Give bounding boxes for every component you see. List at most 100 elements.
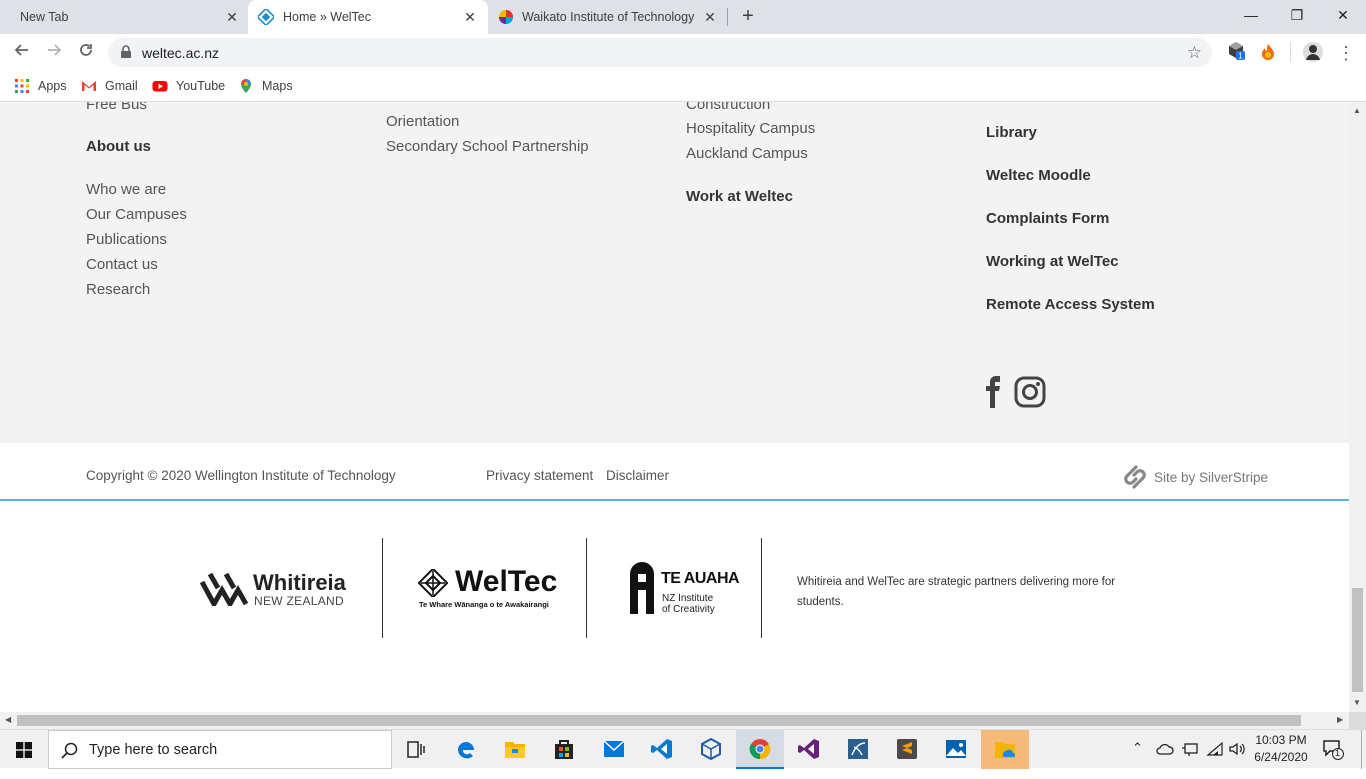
restore-button[interactable]: ❐ [1274, 0, 1320, 30]
taskbar-visual-studio[interactable] [785, 730, 833, 769]
footer-link-secondary-school-partnership[interactable]: Secondary School Partnership [386, 138, 589, 155]
reload-button[interactable] [74, 41, 98, 65]
bookmark-youtube[interactable]: YouTube [152, 77, 225, 95]
instagram-icon[interactable] [1014, 376, 1046, 408]
network-adapter-icon[interactable] [1181, 741, 1199, 757]
back-button[interactable] [10, 41, 34, 65]
bookmark-maps[interactable]: Maps [238, 77, 293, 95]
onedrive-cloud-icon[interactable] [1156, 741, 1174, 757]
taskbar-folder-active[interactable] [981, 730, 1029, 769]
footer-link-who-we-are[interactable]: Who we are [86, 181, 166, 198]
horizontal-scroll-thumb[interactable] [17, 715, 1301, 726]
forward-button[interactable] [42, 41, 66, 65]
privacy-statement-link[interactable]: Privacy statement [486, 468, 593, 483]
tab-new-tab[interactable]: New Tab ✕ [0, 0, 248, 34]
page-viewport: Free Bus About us Who we are Our Campuse… [0, 102, 1349, 712]
footer-link-remote-access-system[interactable]: Remote Access System [986, 296, 1155, 313]
footer-links-section: Free Bus About us Who we are Our Campuse… [0, 102, 1349, 443]
vertical-scroll-thumb[interactable] [1352, 588, 1363, 692]
taskbar-sql-studio[interactable] [834, 730, 882, 769]
footer-link-library[interactable]: Library [986, 124, 1037, 141]
chrome-menu-button[interactable]: ⋮ [1334, 41, 1358, 65]
footer-link-working-at-weltec[interactable]: Working at WelTec [986, 253, 1119, 270]
scroll-right-arrow-icon[interactable]: ▶ [1337, 715, 1343, 724]
horizontal-scrollbar[interactable]: ◀ ▶ [0, 712, 1349, 729]
taskbar-vscode[interactable] [638, 730, 686, 769]
whitireia-logo-text: Whitireia [253, 570, 346, 595]
back-arrow-icon [14, 44, 28, 56]
action-center-button[interactable]: 1 [1322, 738, 1346, 762]
taskbar-3d-app[interactable] [687, 730, 735, 769]
taskbar-file-explorer[interactable] [491, 730, 539, 769]
footer-link-auckland-campus[interactable]: Auckland Campus [686, 145, 808, 162]
taskbar-sublime[interactable] [883, 730, 931, 769]
close-icon[interactable]: ✕ [702, 9, 718, 25]
partner-divider [586, 538, 587, 638]
gmail-icon [82, 81, 96, 91]
clock-time: 10:03 PM [1255, 733, 1307, 747]
sublime-text-icon [897, 739, 917, 759]
tab-weltec[interactable]: Home » WelTec ✕ [248, 0, 488, 34]
extension-cube-icon[interactable]: 1 [1226, 40, 1246, 60]
start-button[interactable] [0, 730, 48, 769]
taskbar-store[interactable] [540, 730, 588, 769]
bookmark-gmail[interactable]: Gmail [81, 77, 138, 95]
new-tab-button[interactable]: + [737, 5, 759, 27]
whitireia-logo-sub: NEW ZEALAND [254, 594, 344, 608]
vertical-scrollbar[interactable]: ▲ ▼ [1349, 102, 1366, 712]
task-view-icon [407, 741, 425, 758]
close-icon[interactable]: ✕ [224, 9, 240, 25]
tab-title: Waikato Institute of Technology [522, 10, 695, 24]
minimize-button[interactable]: — [1228, 0, 1274, 30]
url-text: weltec.ac.nz [142, 45, 220, 61]
mail-icon [603, 740, 625, 757]
scroll-up-arrow-icon[interactable]: ▲ [1353, 106, 1361, 115]
toolbar-divider [1290, 42, 1291, 62]
clock-date: 6/24/2020 [1254, 750, 1308, 764]
wintec-favicon-icon [499, 10, 513, 24]
taskbar-mail[interactable] [590, 730, 638, 769]
tab-waikato[interactable]: Waikato Institute of Technology ✕ [488, 0, 728, 34]
sql-server-icon [848, 739, 868, 759]
windows-taskbar: Type here to search ⌃ 10:03 PM 6/24/2020… [0, 729, 1366, 769]
taskbar-photos[interactable] [932, 730, 980, 769]
taskbar-search-box[interactable]: Type here to search [48, 730, 392, 769]
show-hidden-icons-button[interactable]: ⌃ [1132, 740, 1150, 779]
close-icon[interactable]: ✕ [462, 9, 478, 25]
close-window-button[interactable]: ✕ [1320, 0, 1366, 30]
footer-heading-about-us[interactable]: About us [86, 138, 151, 155]
disclaimer-link[interactable]: Disclaimer [606, 468, 669, 483]
taskbar-clock[interactable]: 10:03 PM 6/24/2020 [1248, 732, 1314, 766]
bookmark-apps[interactable]: Apps [14, 77, 67, 95]
show-desktop-button[interactable] [1361, 730, 1366, 769]
fire-extension-icon[interactable] [1258, 42, 1278, 62]
taskbar-chrome[interactable] [736, 730, 784, 769]
footer-link-orientation[interactable]: Orientation [386, 113, 459, 130]
footer-link-research[interactable]: Research [86, 281, 150, 298]
footer-link-complaints-form[interactable]: Complaints Form [986, 210, 1109, 227]
footer-link-construction[interactable]: Construction [686, 102, 770, 113]
footer-link-weltec-moodle[interactable]: Weltec Moodle [986, 167, 1091, 184]
reload-icon [80, 44, 92, 56]
extension-badge: 1 [1238, 52, 1243, 61]
site-by-silverstripe-link[interactable]: Site by SilverStripe [1154, 470, 1268, 485]
taskbar-edge[interactable] [442, 730, 490, 769]
partners-section: Whitireia NEW ZEALAND WelTec Te Whare Wā… [0, 502, 1349, 712]
facebook-icon[interactable] [984, 376, 1002, 408]
footer-link-our-campuses[interactable]: Our Campuses [86, 206, 187, 223]
weltec-logo-sub: Te Whare Wānanga o te Awakairangi [419, 600, 549, 609]
task-view-button[interactable] [392, 730, 440, 769]
footer-link-publications[interactable]: Publications [86, 231, 167, 248]
footer-link-hospitality-campus[interactable]: Hospitality Campus [686, 120, 815, 137]
address-bar[interactable]: weltec.ac.nz ☆ [108, 38, 1212, 67]
scroll-left-arrow-icon[interactable]: ◀ [5, 715, 11, 724]
footer-link-free-bus[interactable]: Free Bus [86, 102, 147, 113]
profile-avatar[interactable] [1302, 41, 1324, 63]
wifi-icon[interactable] [1206, 741, 1224, 757]
scroll-down-arrow-icon[interactable]: ▼ [1353, 698, 1361, 707]
forward-arrow-icon [48, 44, 62, 56]
footer-link-contact-us[interactable]: Contact us [86, 256, 158, 273]
footer-heading-work-at-weltec[interactable]: Work at Weltec [686, 188, 793, 205]
bookmark-star-icon[interactable]: ☆ [1187, 43, 1202, 63]
volume-icon[interactable] [1228, 741, 1246, 757]
